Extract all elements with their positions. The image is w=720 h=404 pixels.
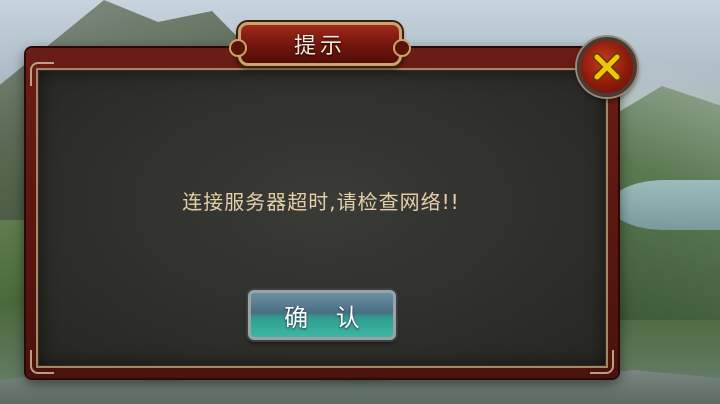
- dialog-message: 连接服务器超时,请检查网络!!: [182, 190, 460, 214]
- close-button[interactable]: [577, 37, 637, 97]
- background-lake: [610, 180, 720, 230]
- confirm-button-label: 确 认: [284, 303, 370, 332]
- dialog-title-plate: 提示: [229, 22, 411, 66]
- corner-ornament: [30, 62, 54, 86]
- game-screen: 提示 连接服务器超时,请检查网络!! 确 认: [0, 0, 720, 404]
- confirm-button[interactable]: 确 认: [248, 290, 396, 340]
- dialog-title: 提示: [293, 34, 346, 59]
- close-x-icon: [593, 53, 621, 81]
- corner-ornament: [30, 350, 54, 374]
- corner-ornament: [590, 350, 614, 374]
